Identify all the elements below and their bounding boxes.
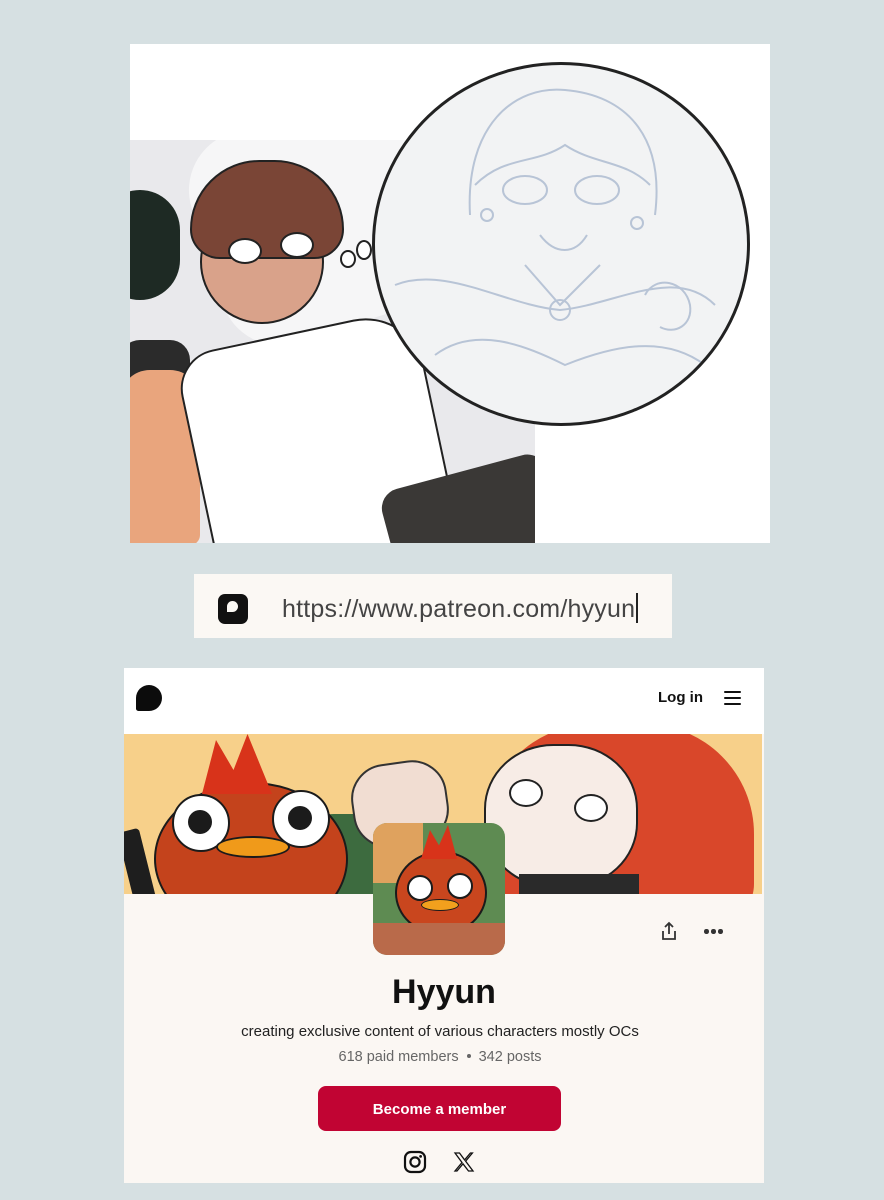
become-member-button[interactable]: Become a member	[318, 1086, 561, 1131]
hamburger-menu-icon[interactable]	[724, 691, 741, 705]
creator-name: Hyyun	[392, 973, 496, 1011]
patreon-profile-card: Log in Hyyun creating exclusive content …	[124, 668, 764, 1183]
patreon-logo-icon[interactable]	[136, 685, 162, 711]
address-bar[interactable]: https://www.patreon.com/hyyun	[194, 574, 672, 638]
paid-members-count: 618 paid members	[338, 1049, 459, 1065]
top-navigation: Log in	[124, 668, 764, 734]
creator-avatar[interactable]	[373, 823, 505, 955]
separator-dot	[466, 1054, 471, 1058]
creator-tagline: creating exclusive content of various ch…	[241, 1023, 639, 1040]
posts-count: 342 posts	[478, 1049, 542, 1065]
thought-bubble-sketch	[372, 62, 750, 426]
more-options-icon[interactable]	[703, 921, 723, 941]
instagram-icon[interactable]	[403, 1150, 427, 1174]
url-text[interactable]: https://www.patreon.com/hyyun	[282, 593, 639, 624]
patreon-favicon-icon	[218, 594, 248, 624]
text-caret	[636, 593, 639, 623]
login-link[interactable]: Log in	[658, 689, 703, 706]
comic-artwork-panel	[130, 44, 770, 543]
url-value: https://www.patreon.com/hyyun	[282, 595, 636, 623]
share-icon[interactable]	[659, 921, 679, 941]
x-twitter-icon[interactable]	[452, 1150, 476, 1174]
creator-stats: 618 paid members 342 posts	[124, 1049, 756, 1065]
